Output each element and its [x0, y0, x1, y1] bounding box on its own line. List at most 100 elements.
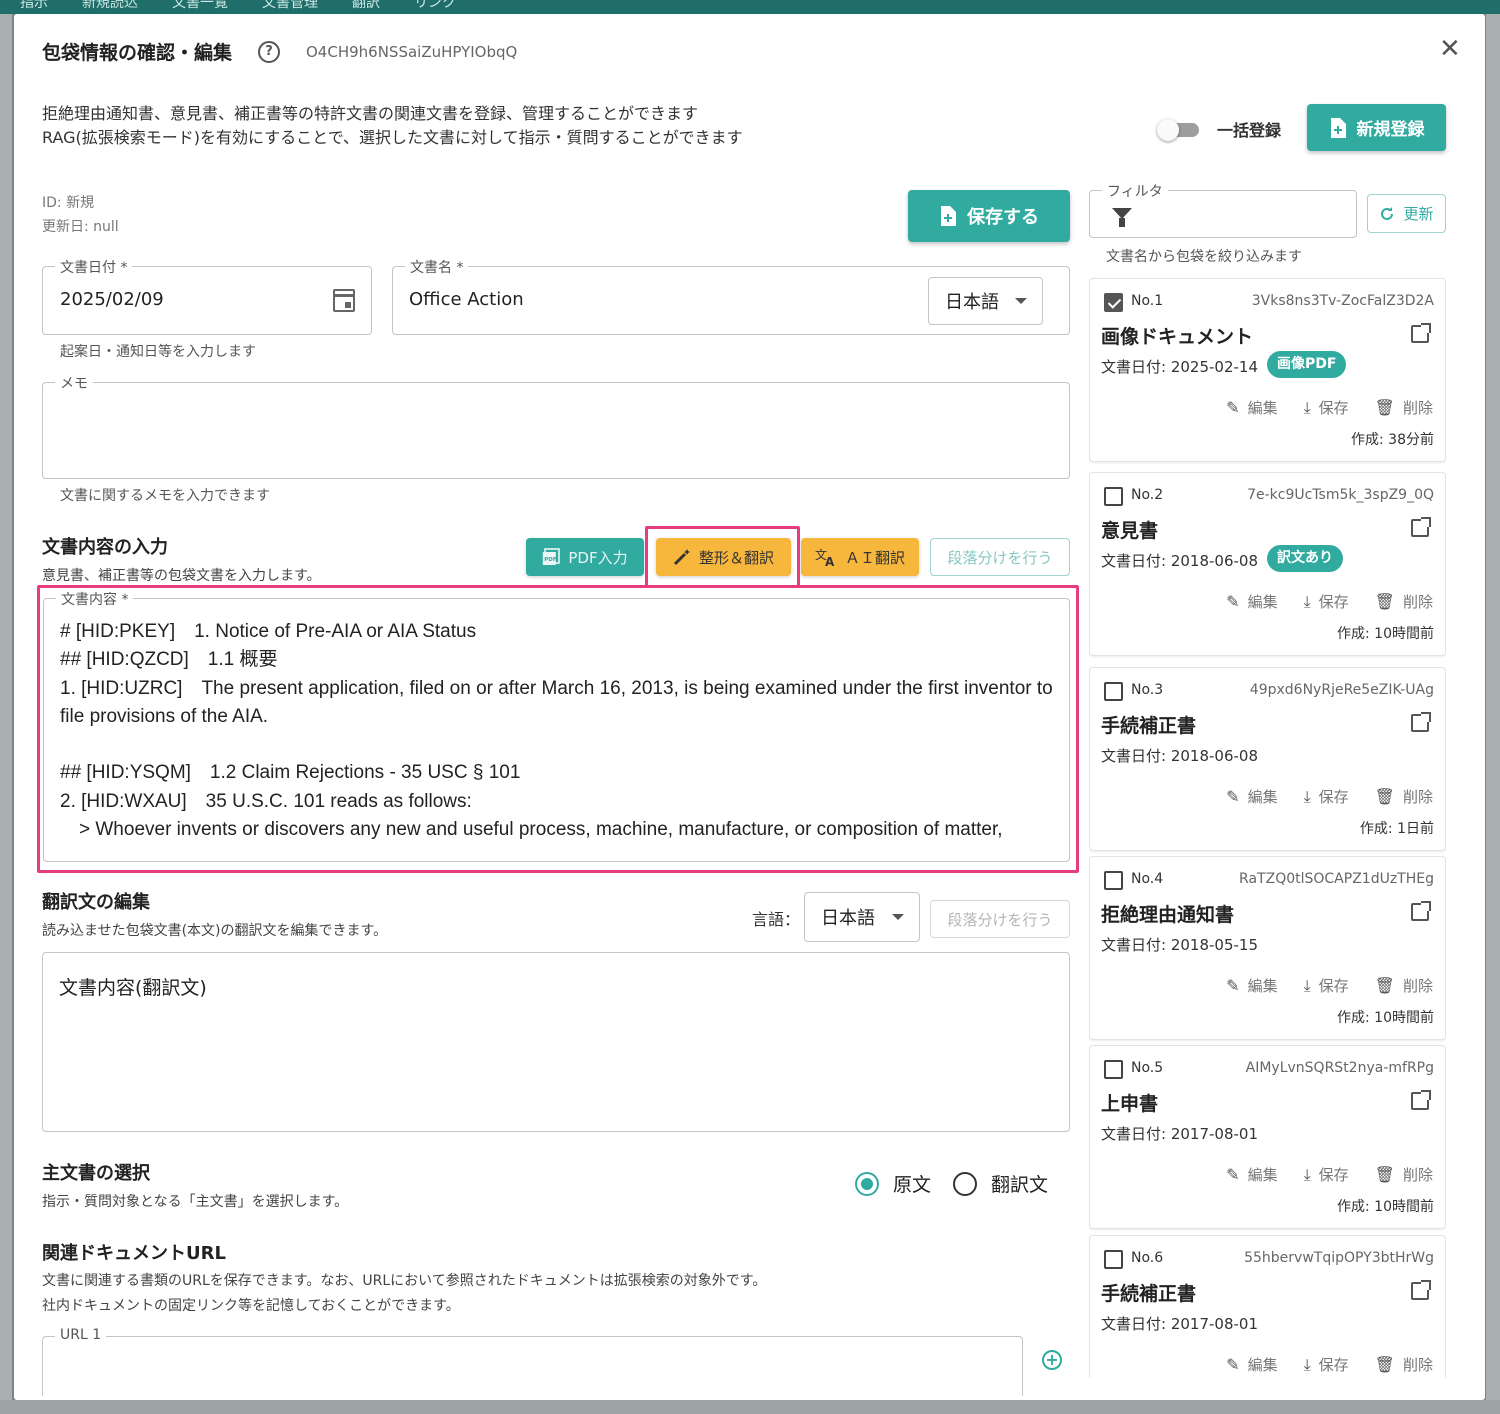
background-right-panel [1486, 14, 1500, 1414]
memo-helper: 文書に関するメモを入力できます [60, 488, 270, 504]
document-checkbox[interactable] [1104, 487, 1123, 506]
open-external-icon[interactable] [1411, 517, 1431, 537]
help-icon[interactable]: ? [258, 41, 280, 63]
delete-button[interactable]: 🗑 削除 [1375, 975, 1433, 996]
refresh-button[interactable]: 更新 [1367, 194, 1446, 233]
refresh-label: 更新 [1403, 205, 1434, 223]
edit-button[interactable]: ✎ 編集 [1226, 786, 1277, 807]
document-checkbox[interactable] [1104, 1060, 1123, 1079]
download-button[interactable]: ⤓ 保存 [1304, 591, 1349, 612]
open-external-icon[interactable] [1411, 1280, 1431, 1300]
edit-button[interactable]: ✎ 編集 [1226, 1354, 1277, 1375]
document-card[interactable]: No.5 AIMyLvnSQRSt2nya-mfRPg 上申書 文書日付: 2017-… [1089, 1045, 1446, 1229]
card-actions: ✎ 編集 ⤓ 保存 🗑 削除 [1226, 591, 1433, 612]
edit-label: 編集 [1247, 977, 1278, 995]
description-line-2: RAG(拡張検索モード)を有効にすることで、選択した文書に対して指示・質問するこ… [42, 128, 743, 147]
document-name-language-select[interactable]: 日本語 [928, 277, 1043, 325]
document-card[interactable]: No.6 55hbervwTqipOPY3btHrWg 手続補正書 文書日付: 201… [1089, 1235, 1446, 1378]
chevron-down-icon [1015, 298, 1027, 304]
main-doc-section-subtitle: 指示・質問対象となる「主文書」を選択します。 [42, 1194, 349, 1210]
document-card[interactable]: No.3 49pxd6NyRjeRe5eZIK-UAg 手続補正書 文書日付: 201… [1089, 667, 1446, 851]
trash-icon: 🗑 [1374, 787, 1395, 806]
edit-label: 編集 [1247, 788, 1278, 806]
main-doc-radio-group: 原文 翻訳文 [855, 1170, 1055, 1200]
download-button[interactable]: ⤓ 保存 [1304, 397, 1349, 418]
radio-original[interactable] [855, 1172, 879, 1196]
edit-button[interactable]: ✎ 編集 [1226, 397, 1277, 418]
download-button[interactable]: ⤓ 保存 [1304, 786, 1349, 807]
translation-text-field[interactable]: 文書内容(翻訳文) [42, 952, 1070, 1132]
document-checkbox[interactable] [1104, 871, 1123, 890]
document-content-highlight [37, 585, 1079, 873]
ai-translate-button[interactable]: 文A ＡＩ翻訳 [801, 538, 919, 576]
file-add-icon [941, 206, 956, 226]
svg-text:PDF: PDF [545, 557, 558, 563]
trash-icon: 🗑 [1374, 1355, 1395, 1374]
chevron-down-icon [892, 914, 904, 920]
close-icon[interactable]: ✕ [1439, 34, 1461, 64]
document-date-field[interactable]: 文書日付 * 2025/02/09 [42, 257, 372, 335]
file-add-icon [1330, 117, 1346, 138]
delete-button[interactable]: 🗑 削除 [1375, 1354, 1433, 1375]
bulk-register-toggle[interactable] [1157, 118, 1203, 141]
background-tab: 文書管理 [262, 0, 318, 11]
document-date: 文書日付: 2017-08-01 [1101, 1125, 1258, 1143]
download-button[interactable]: ⤓ 保存 [1304, 1354, 1349, 1375]
paragraph-split-button[interactable]: 段落分けを行う [930, 538, 1070, 576]
memo-field[interactable]: メモ [42, 373, 1070, 479]
add-url-icon[interactable]: + [1042, 1350, 1062, 1370]
document-badge: 訳文あり [1267, 545, 1343, 572]
url-1-field[interactable]: URL 1 [42, 1327, 1023, 1396]
document-checkbox[interactable] [1104, 682, 1123, 701]
edit-button[interactable]: ✎ 編集 [1226, 591, 1277, 612]
radio-translation[interactable] [953, 1172, 977, 1196]
document-name-field[interactable]: 文書名 * Office Action 日本語 [392, 257, 1070, 335]
translation-language-select[interactable]: 日本語 [804, 892, 920, 942]
edit-button[interactable]: ✎ 編集 [1226, 975, 1277, 996]
document-name: 上申書 [1101, 1093, 1159, 1115]
pencil-icon: ✎ [1226, 1165, 1240, 1184]
filter-field[interactable]: フィルタ [1089, 181, 1357, 238]
edit-label: 編集 [1247, 399, 1278, 417]
download-label: 保存 [1318, 1356, 1349, 1374]
document-checkbox[interactable] [1104, 293, 1123, 312]
open-external-icon[interactable] [1411, 712, 1431, 732]
calendar-icon[interactable] [333, 289, 355, 312]
translation-paragraph-split-button[interactable]: 段落分けを行う [930, 900, 1070, 938]
background-tab: 文書一覧 [172, 0, 228, 11]
download-button[interactable]: ⤓ 保存 [1304, 975, 1349, 996]
delete-button[interactable]: 🗑 削除 [1375, 591, 1433, 612]
save-button[interactable]: 保存する [908, 190, 1070, 242]
open-external-icon[interactable] [1411, 323, 1431, 343]
document-number: No.4 [1131, 871, 1164, 887]
download-label: 保存 [1318, 1166, 1349, 1184]
delete-button[interactable]: 🗑 削除 [1375, 397, 1433, 418]
download-icon: ⤓ [1303, 1354, 1311, 1374]
translation-section-title: 翻訳文の編集 [42, 892, 150, 913]
document-name-value: Office Action [409, 289, 524, 310]
document-date: 文書日付: 2018-06-08 [1101, 552, 1258, 570]
download-label: 保存 [1318, 977, 1349, 995]
download-label: 保存 [1318, 788, 1349, 806]
document-checkbox[interactable] [1104, 1250, 1123, 1269]
open-external-icon[interactable] [1411, 1090, 1431, 1110]
content-section-title: 文書内容の入力 [42, 537, 168, 558]
document-id: 55hbervwTqipOPY3btHrWg [1244, 1250, 1434, 1266]
new-register-button[interactable]: 新規登録 [1307, 104, 1446, 151]
download-button[interactable]: ⤓ 保存 [1304, 1164, 1349, 1185]
delete-button[interactable]: 🗑 削除 [1375, 1164, 1433, 1185]
document-card[interactable]: No.1 3Vks8ns3Tv-ZocFalZ3D2A 画像ドキュメント 文書日付: … [1089, 278, 1446, 462]
document-id: 7e-kc9UcTsm5k_3spZ9_0Q [1247, 487, 1434, 503]
document-card[interactable]: No.2 7e-kc9UcTsm5k_3spZ9_0Q 意見書 文書日付: 2018-… [1089, 472, 1446, 656]
save-button-label: 保存する [967, 207, 1039, 228]
document-list: No.1 3Vks8ns3Tv-ZocFalZ3D2A 画像ドキュメント 文書日付: … [1089, 278, 1446, 1378]
open-external-icon[interactable] [1411, 901, 1431, 921]
delete-button[interactable]: 🗑 削除 [1375, 786, 1433, 807]
document-id: 3Vks8ns3Tv-ZocFalZ3D2A [1251, 293, 1434, 309]
pencil-icon: ✎ [1226, 976, 1240, 995]
delete-label: 削除 [1402, 788, 1433, 806]
bulk-register-label: 一括登録 [1217, 121, 1282, 140]
edit-button[interactable]: ✎ 編集 [1226, 1164, 1277, 1185]
pdf-input-button[interactable]: PDF PDF入力 [526, 538, 644, 576]
document-card[interactable]: No.4 RaTZQ0tlSOCAPZ1dUzTHEg 拒絶理由通知書 文書日付: 2… [1089, 856, 1446, 1040]
